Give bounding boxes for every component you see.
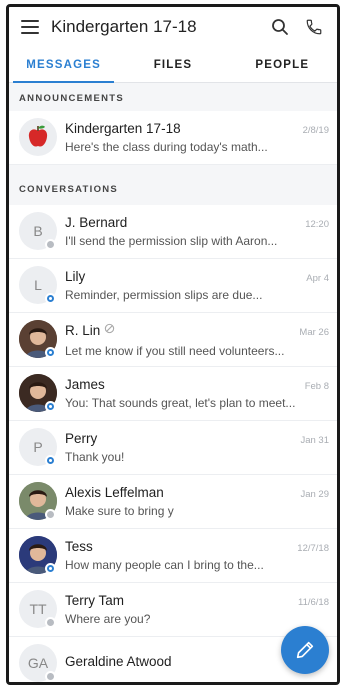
- status-indicator: [45, 238, 56, 250]
- compose-button[interactable]: [281, 626, 329, 674]
- conversation-list: B J. Bernard 12:20 I'll send the permission…: [9, 205, 337, 682]
- phone-frame: Kindergarten 17-18 MESSAGES FILES PEOPLE…: [6, 4, 340, 685]
- phone-icon[interactable]: [301, 14, 327, 40]
- pencil-icon: [296, 641, 314, 659]
- tab-files[interactable]: FILES: [118, 47, 227, 82]
- message-date: Jan 31: [300, 435, 329, 446]
- contact-name: Tess: [65, 539, 93, 554]
- message-date: Apr 4: [306, 273, 329, 284]
- announcement-date: 2/8/19: [302, 125, 329, 136]
- menu-icon[interactable]: [21, 20, 39, 34]
- message-preview: Thank you!: [65, 450, 125, 464]
- tab-bar: MESSAGES FILES PEOPLE: [9, 47, 337, 83]
- contact-name: Alexis Leffelman: [65, 485, 164, 500]
- apple-icon: [19, 117, 57, 156]
- conversation-row[interactable]: Alexis Leffelman Jan 29 Make sure to bring…: [9, 475, 337, 529]
- conversation-row[interactable]: Tess 12/7/18 How many people can I bring t…: [9, 529, 337, 583]
- status-indicator: [45, 508, 56, 520]
- tab-people[interactable]: PEOPLE: [228, 47, 337, 82]
- message-date: 12:20: [305, 219, 329, 230]
- conversation-row[interactable]: B J. Bernard 12:20 I'll send the permission…: [9, 205, 337, 259]
- contact-name: Perry: [65, 431, 98, 446]
- status-indicator: [45, 292, 56, 304]
- contact-name: James: [65, 377, 105, 392]
- announcement-preview: Here's the class during today's math...: [65, 140, 268, 154]
- status-indicator: [45, 346, 56, 358]
- conversation-row[interactable]: L Lily Apr 4 Reminder, permission slips are…: [9, 259, 337, 313]
- status-indicator: [45, 562, 56, 574]
- message-date: 11/6/18: [298, 597, 329, 608]
- message-preview: I'll send the permission slip with Aaron…: [65, 234, 278, 248]
- conversation-row[interactable]: TT Terry Tam 11/6/18 Where are you?: [9, 583, 337, 637]
- contact-name: R. Lin: [65, 322, 101, 338]
- announcement-row[interactable]: Kindergarten 17-18 2/8/19 Here's the cla…: [9, 111, 337, 165]
- message-date: Jan 29: [300, 489, 329, 500]
- contact-name: Geraldine Atwood: [65, 654, 172, 669]
- search-icon[interactable]: [267, 14, 293, 40]
- contact-name: J. Bernard: [65, 215, 128, 230]
- status-indicator: [45, 454, 56, 466]
- message-preview: Where are you?: [65, 612, 151, 626]
- muted-icon: [104, 321, 115, 339]
- status-indicator: [45, 670, 56, 682]
- message-preview: You: That sounds great, let's plan to me…: [65, 396, 296, 410]
- announcement-name: Kindergarten 17-18: [65, 121, 181, 136]
- conversations-header: CONVERSATIONS: [9, 165, 337, 205]
- top-bar: Kindergarten 17-18: [9, 7, 337, 47]
- message-preview: How many people can I bring to the...: [65, 558, 264, 572]
- contact-name: Lily: [65, 269, 86, 284]
- status-indicator: [45, 400, 56, 412]
- announcements-header: ANNOUNCEMENTS: [9, 83, 337, 111]
- page-title: Kindergarten 17-18: [51, 17, 197, 36]
- message-date: Mar 26: [299, 326, 329, 338]
- conversation-row[interactable]: R. Lin Mar 26 Let me know if you still nee…: [9, 313, 337, 367]
- status-indicator: [45, 616, 56, 628]
- conversation-row[interactable]: P Perry Jan 31 Thank you!: [9, 421, 337, 475]
- message-preview: Let me know if you still need volunteers…: [65, 343, 285, 358]
- conversation-row[interactable]: James Feb 8 You: That sounds great, let's …: [9, 367, 337, 421]
- message-preview: Make sure to bring y: [65, 504, 174, 518]
- message-date: Feb 8: [304, 381, 329, 392]
- contact-name: Terry Tam: [65, 593, 125, 608]
- message-date: 12/7/18: [297, 543, 329, 554]
- tab-messages[interactable]: MESSAGES: [9, 47, 118, 83]
- message-preview: Reminder, permission slips are due...: [65, 288, 263, 302]
